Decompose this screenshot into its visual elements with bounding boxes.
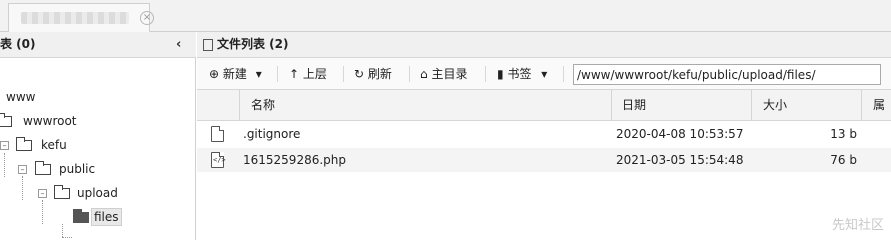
column-header-name[interactable]: 名称: [251, 90, 275, 121]
directory-panel: 表 (0) ‹ www wwwroot – kefu – public – up…: [0, 32, 196, 240]
folder-icon: [16, 137, 32, 151]
toolbar-divider: [485, 66, 486, 82]
caret-down-icon: ▾: [541, 67, 548, 81]
tree-node-kefu[interactable]: – kefu: [0, 134, 160, 156]
directory-tree: www wwwroot – kefu – public – upload fil…: [0, 58, 196, 240]
file-toolbar: ⊕ 新建 ▾ ↑ 上层 ↻ 刷新 ⌂ 主目录 ▮ 书签 ▾: [197, 58, 891, 90]
tree-node-upload[interactable]: – upload: [0, 182, 160, 204]
tab-bar: ×: [0, 0, 891, 32]
folder-icon: [35, 161, 51, 175]
file-date: 2020-04-08 10:53:57: [616, 127, 744, 141]
column-divider: [611, 90, 612, 121]
column-header-size[interactable]: 大小: [763, 90, 787, 121]
home-icon: ⌂: [420, 67, 428, 81]
up-level-button[interactable]: ↑ 上层: [289, 64, 327, 84]
tab-title-blurred: [21, 12, 129, 24]
refresh-icon: ↻: [354, 67, 365, 81]
file-size: 76 b: [830, 153, 857, 167]
refresh-button[interactable]: ↻ 刷新: [354, 64, 392, 84]
column-divider: [239, 90, 240, 121]
file-icon: [211, 126, 224, 142]
directory-panel-header: 表 (0) ‹: [0, 32, 196, 58]
watermark-text: 先知社区: [832, 218, 885, 233]
directory-panel-title: 表 (0): [0, 37, 36, 51]
collapse-node-icon[interactable]: –: [18, 165, 27, 174]
collapse-panel-icon[interactable]: ‹: [176, 32, 181, 57]
toolbar-divider: [277, 66, 278, 82]
toolbar-divider: [563, 66, 564, 82]
toolbar-divider: [343, 66, 344, 82]
home-button[interactable]: ⌂ 主目录: [420, 64, 467, 84]
file-row[interactable]: .gitignore 2020-04-08 10:53:57 13 b: [197, 122, 891, 146]
path-input[interactable]: [573, 64, 881, 85]
folder-open-icon: [73, 209, 89, 223]
column-divider: [861, 90, 862, 121]
toolbar-divider: [409, 66, 410, 82]
file-size: 13 b: [830, 127, 857, 141]
document-icon: [203, 39, 213, 51]
bookmark-button[interactable]: ▮ 书签 ▾: [497, 64, 547, 84]
session-tab[interactable]: ×: [8, 3, 154, 32]
column-header-date[interactable]: 日期: [622, 90, 646, 121]
code-file-icon: </>: [211, 152, 226, 168]
file-row[interactable]: </> 1615259286.php 2021-03-05 15:54:48 7…: [197, 148, 891, 172]
collapse-node-icon[interactable]: –: [38, 189, 47, 198]
tree-node-www[interactable]: www: [6, 86, 35, 108]
close-icon[interactable]: ×: [140, 11, 154, 25]
file-name: 1615259286.php: [243, 153, 347, 167]
file-list-title: 文件列表 (2): [217, 37, 289, 51]
tree-node-wwwroot[interactable]: wwwroot: [0, 110, 160, 132]
folder-icon: [54, 185, 70, 199]
bookmark-icon: ▮: [497, 67, 504, 81]
file-date: 2021-03-05 15:54:48: [616, 153, 744, 167]
new-button[interactable]: ⊕ 新建 ▾: [209, 64, 262, 84]
caret-down-icon: ▾: [255, 67, 262, 81]
file-list-header: 文件列表 (2): [197, 32, 891, 58]
tree-node-public[interactable]: – public: [0, 158, 160, 180]
tree-line: [62, 237, 72, 238]
column-divider: [751, 90, 752, 121]
plus-circle-icon: ⊕: [209, 67, 220, 81]
file-name: .gitignore: [243, 127, 301, 141]
file-list-panel: 文件列表 (2) ⊕ 新建 ▾ ↑ 上层 ↻ 刷新 ⌂ 主目录 ▮ 书签 ▾ /…: [197, 32, 891, 240]
column-header-attributes[interactable]: 属性: [873, 90, 891, 121]
collapse-node-icon[interactable]: –: [0, 141, 9, 150]
folder-icon: [0, 113, 12, 127]
arrow-up-icon: ↑: [289, 67, 300, 81]
selected-folder-label: files: [91, 208, 122, 226]
tree-node-files[interactable]: files: [0, 206, 160, 228]
file-grid-header: 名称 日期 大小 属性: [197, 90, 891, 121]
